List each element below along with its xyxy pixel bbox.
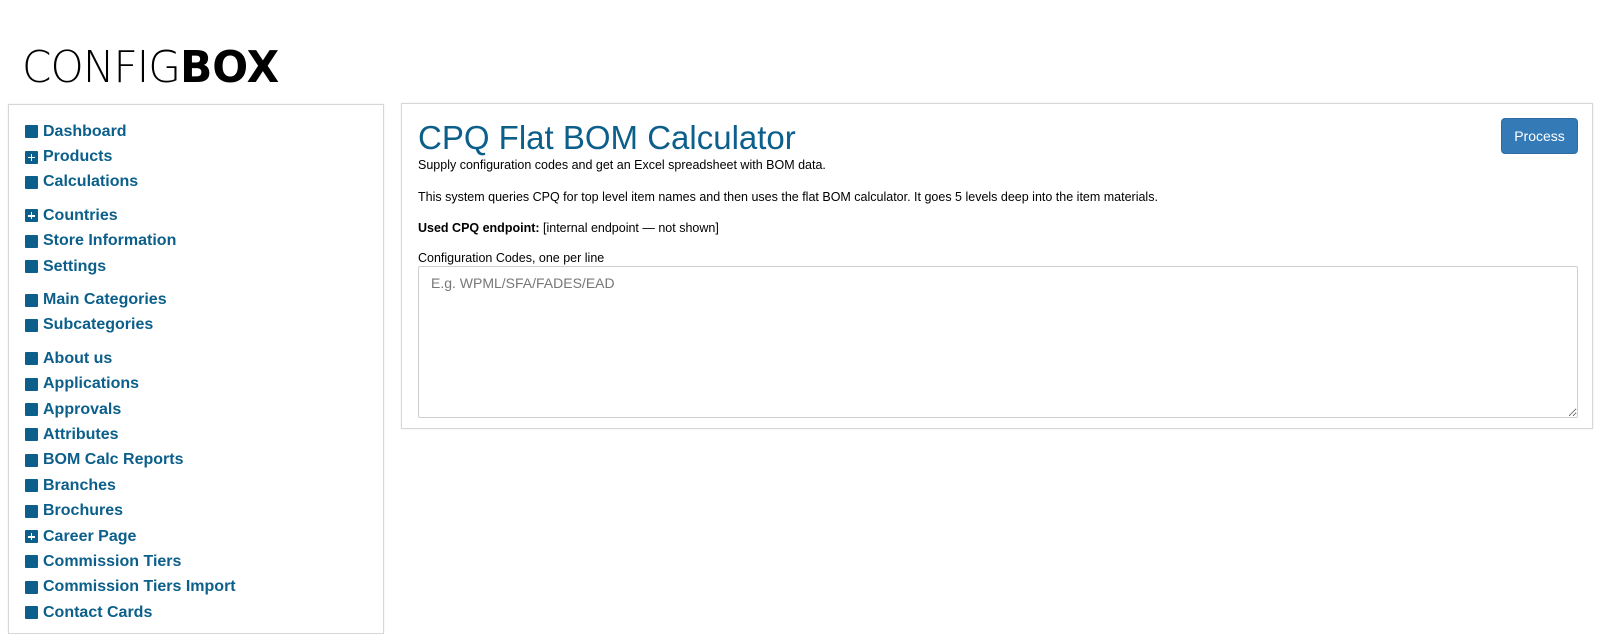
intro-text: Supply configuration codes and get an Ex… [418,158,826,172]
configbox-logo: CONFIGBOX [22,40,279,96]
sidebar-item-career-page[interactable]: Career Page [9,524,383,549]
sidebar-item-label: Dashboard [43,122,127,140]
sidebar-item-branches[interactable]: Branches [9,473,383,498]
square-icon [25,377,38,391]
sidebar-item-attributes[interactable]: Attributes [9,422,383,447]
square-icon [25,606,38,620]
codes-field-label: Configuration Codes, one per line [418,251,605,265]
nav-group: Countries Store Information Settings [9,203,383,279]
sidebar-item-applications[interactable]: Applications [9,372,383,397]
nav-group: Dashboard Products Calculations [9,119,383,195]
sidebar-item-about-us[interactable]: About us [9,346,383,371]
sidebar-nav: Dashboard Products Calculations Countries St… [8,104,384,634]
sidebar-item-calculations[interactable]: Calculations [9,170,383,195]
sidebar-item-label: Countries [43,206,118,224]
sidebar-item-bom-calc-reports[interactable]: BOM Calc Reports [9,448,383,473]
process-button[interactable]: Process [1501,118,1578,154]
sidebar-item-contact-cards[interactable]: Contact Cards [9,600,383,625]
square-icon [25,403,38,417]
endpoint-value: [internal endpoint — not shown] [539,221,719,235]
square-icon [25,175,38,189]
square-icon [25,125,38,139]
sidebar-item-label: Store Information [43,232,177,250]
square-icon [25,504,38,518]
page-title: CPQ Flat BOM Calculator [418,119,796,156]
sidebar-item-label: Branches [43,476,116,494]
sidebar-item-label: Attributes [43,425,119,443]
sidebar-item-label: Commission Tiers [43,552,182,570]
logo-bold-text: BOX [180,42,280,93]
plus-square-icon[interactable] [25,209,38,223]
sidebar-item-label: Settings [43,257,107,275]
plus-square-icon[interactable] [25,150,38,164]
sidebar-item-dashboard[interactable]: Dashboard [9,119,383,144]
endpoint-info: Used CPQ endpoint: [internal endpoint — … [418,220,719,236]
square-icon [25,479,38,493]
square-icon [25,318,38,332]
square-icon [25,293,38,307]
sidebar-item-label: About us [43,349,113,367]
sidebar-item-label: Products [43,148,113,166]
configuration-codes-input[interactable] [418,266,1578,418]
sidebar-item-approvals[interactable]: Approvals [9,397,383,422]
sidebar-nav-list: Dashboard Products Calculations Countries St… [9,119,383,625]
bom-calculator-panel: CPQ Flat BOM Calculator Process Supply c… [401,103,1593,429]
sidebar-item-commission-tiers[interactable]: Commission Tiers [9,549,383,574]
sidebar-item-subcategories[interactable]: Subcategories [9,313,383,338]
square-icon [25,234,38,248]
description-text: This system queries CPQ for top level it… [418,190,1158,204]
sidebar-item-label: Approvals [43,400,122,418]
sidebar-item-label: Subcategories [43,316,154,334]
square-icon [25,428,38,442]
logo-light-text: CONFIG [22,42,181,93]
sidebar-item-label: Contact Cards [43,603,153,621]
sidebar-item-commission-tiers-import[interactable]: Commission Tiers Import [9,575,383,600]
square-icon [25,580,38,594]
nav-group: About us Applications Approvals Attributes B… [9,346,383,625]
sidebar-item-label: Brochures [43,502,124,520]
sidebar-item-main-categories[interactable]: Main Categories [9,287,383,312]
sidebar-item-label: Commission Tiers Import [43,578,236,596]
sidebar-item-label: BOM Calc Reports [43,451,184,469]
nav-group: Main Categories Subcategories [9,287,383,338]
sidebar-item-brochures[interactable]: Brochures [9,498,383,523]
plus-square-icon[interactable] [25,530,38,544]
sidebar-item-label: Main Categories [43,291,167,309]
sidebar-item-label: Applications [43,375,140,393]
square-icon [25,352,38,366]
sidebar-item-products[interactable]: Products [9,144,383,169]
square-icon [25,555,38,569]
sidebar-item-store-information[interactable]: Store Information [9,229,383,254]
sidebar-item-label: Career Page [43,527,137,545]
sidebar-item-countries[interactable]: Countries [9,203,383,228]
sidebar-item-settings[interactable]: Settings [9,254,383,279]
square-icon [25,453,38,467]
square-icon [25,260,38,274]
endpoint-label: Used CPQ endpoint: [418,221,540,235]
sidebar-item-label: Calculations [43,173,139,191]
